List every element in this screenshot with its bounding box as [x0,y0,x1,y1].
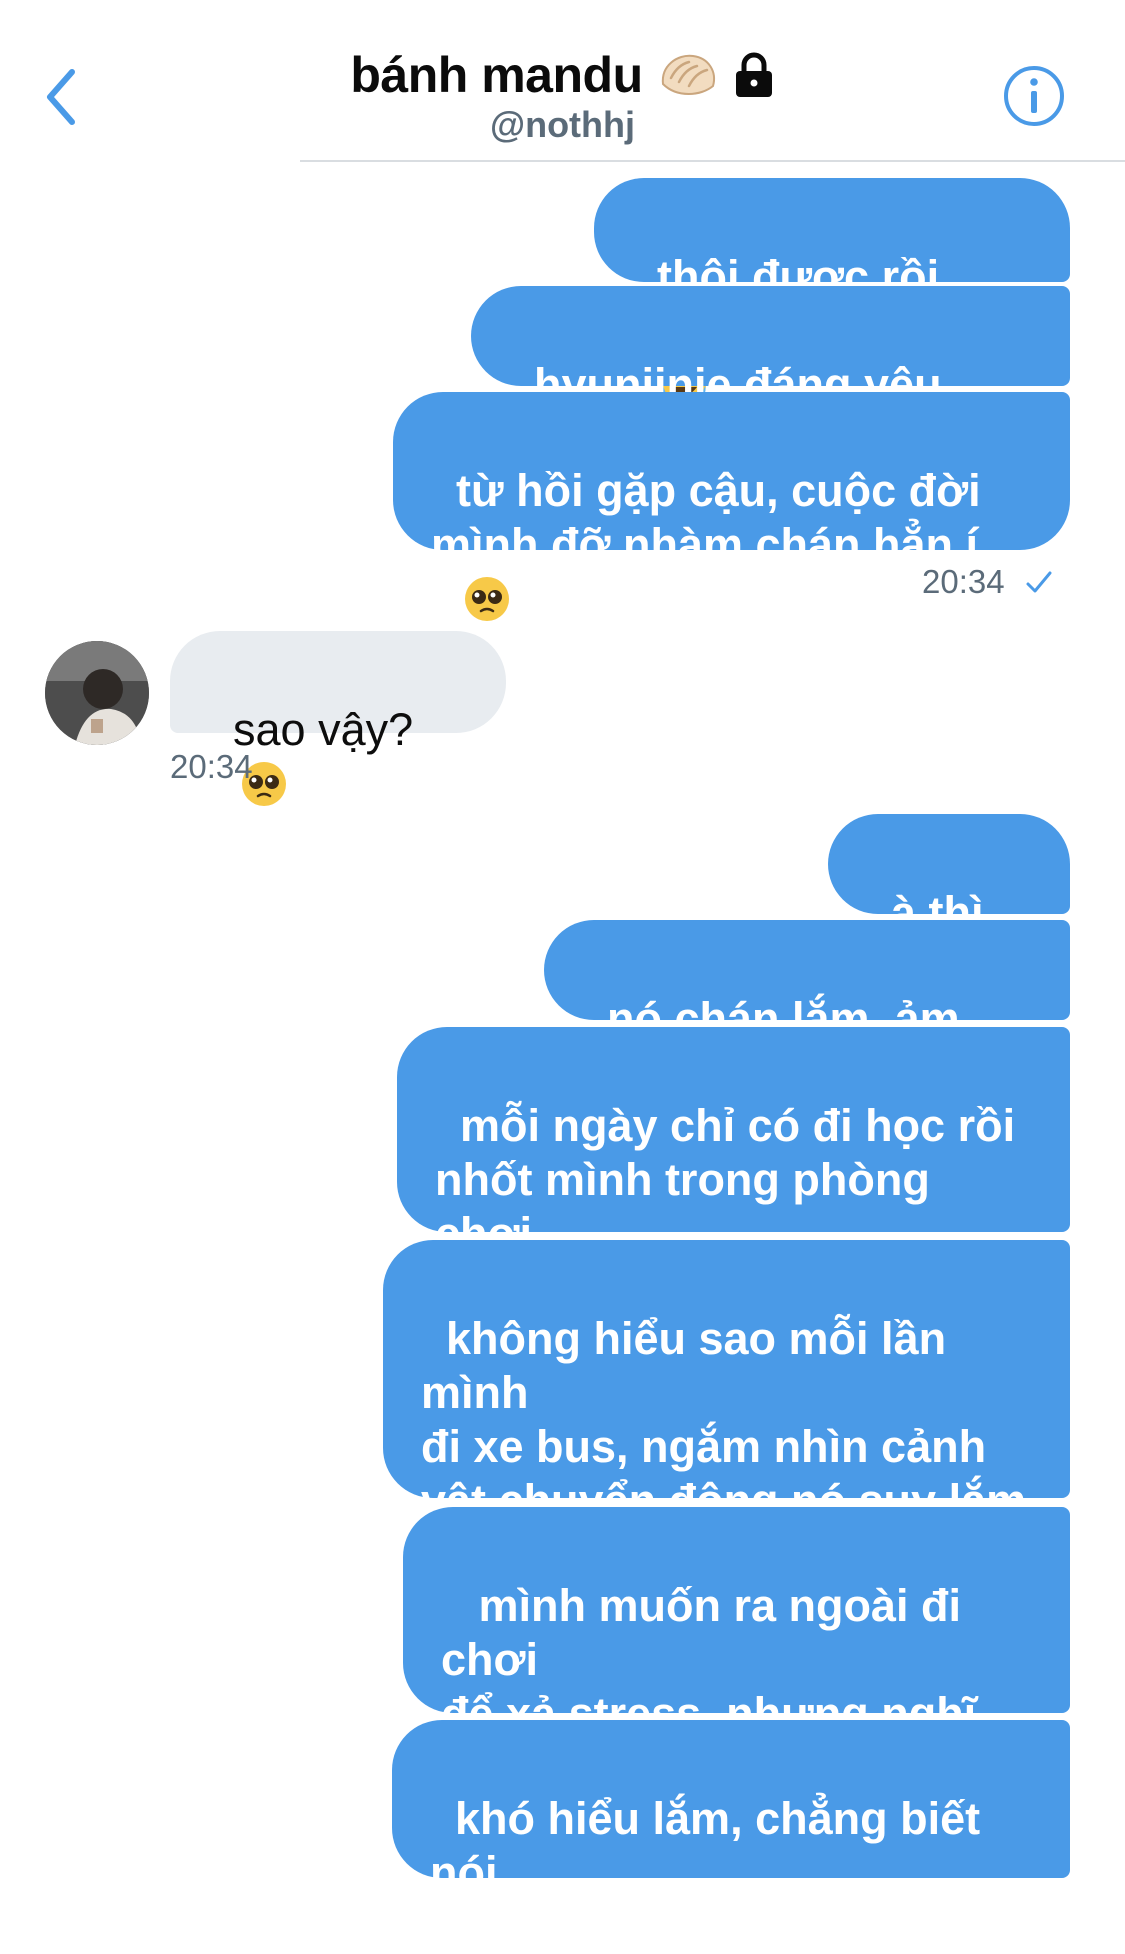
message-bubble-outgoing[interactable]: không hiểu sao mỗi lần mình đi xe bus, n… [383,1240,1070,1631]
conversation-title: bánh mandu [350,47,643,103]
info-icon[interactable] [1002,64,1066,128]
avatar-photo [45,641,149,745]
message-text: khó hiểu lắm, chẳng biết nói với cậu sao [430,1793,981,1952]
message-bubble-outgoing[interactable]: thôi được rồi [594,178,1070,407]
message-bubble-incoming[interactable]: sao vậy? [170,631,506,806]
message-bubble-outgoing[interactable]: à thì [828,814,1070,989]
header-divider [300,160,1125,162]
dumpling-icon [661,54,715,95]
message-bubble-outgoing[interactable]: hyunjinie đáng yêu quá à [471,286,1070,464]
conversation-handle: @nothhj [489,104,636,145]
message-text: không hiểu sao mỗi lần mình đi xe bus, n… [421,1313,1027,1526]
message-bubble-outgoing[interactable]: nó chán lắm, ảm đạm [544,920,1070,1098]
avatar[interactable] [45,641,149,745]
message-timestamp: 20:34 [922,563,1054,601]
chat-header: bánh mandu @nothhj [0,0,1125,162]
message-bubble-outgoing[interactable]: mình muốn ra ngoài đi chơi để xả stress,… [403,1507,1070,1847]
message-timestamp: 20:34 [170,748,253,785]
pleading-face-emoji-icon [465,577,510,621]
message-bubble-outgoing[interactable]: khó hiểu lắm, chẳng biết nói với cậu sao [392,1720,1070,1952]
message-bubble-outgoing[interactable]: từ hồi gặp cậu, cuộc đời mình đỡ nhàm ch… [393,392,1070,621]
lock-icon [735,52,772,97]
message-text: sao vậy? [233,704,414,755]
message-text: từ hồi gặp cậu, cuộc đời mình đỡ nhàm ch… [431,465,981,570]
title-wrap[interactable]: bánh mandu [0,46,1125,104]
sent-check-icon [1026,571,1052,593]
message-bubble-outgoing[interactable]: mỗi ngày chỉ có đi học rồi nhốt mình tro… [397,1027,1070,1313]
